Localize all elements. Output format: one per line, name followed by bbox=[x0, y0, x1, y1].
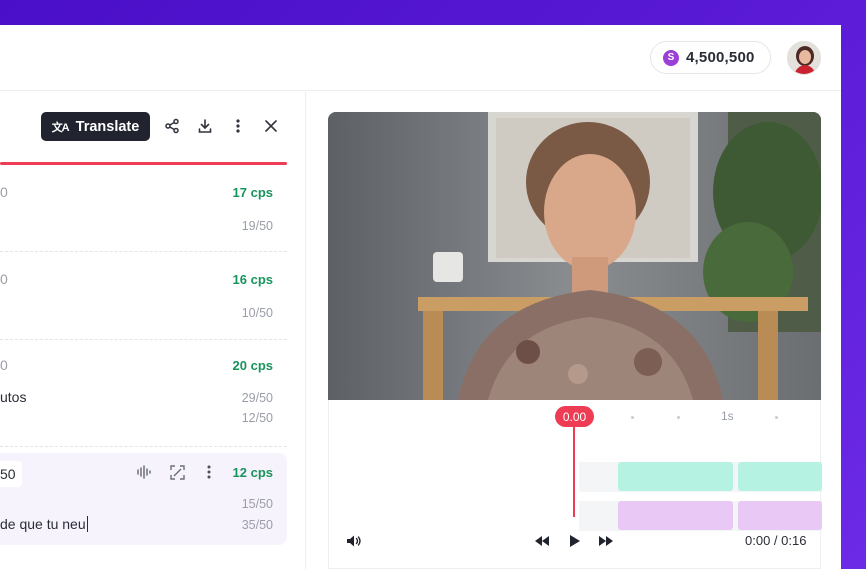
segment-cps: 20 cps bbox=[232, 358, 273, 373]
subtitle-segment[interactable]: 0 17 cps 19/50 bbox=[0, 168, 287, 252]
more-vertical-icon[interactable] bbox=[228, 116, 248, 136]
share-icon[interactable] bbox=[162, 116, 182, 136]
timeline-panel: 1s 0.00 0:00 / 0:16 bbox=[328, 400, 822, 569]
timeline-clip[interactable] bbox=[738, 462, 822, 491]
playback-time: 0:00 / 0:16 bbox=[745, 533, 807, 548]
ruler-tick bbox=[631, 416, 634, 419]
text-cursor bbox=[86, 516, 88, 532]
app-window: S 4,500,500 文A Translate 0 17 cps 19/50 … bbox=[0, 25, 841, 569]
editor-progress-bar bbox=[0, 162, 287, 165]
playhead-badge[interactable]: 0.00 bbox=[555, 406, 594, 427]
close-icon[interactable] bbox=[261, 116, 281, 136]
download-icon[interactable] bbox=[195, 116, 215, 136]
segment-cps: 17 cps bbox=[232, 185, 273, 200]
segment-char-count: 12/50 bbox=[241, 411, 273, 425]
subtitle-editor-panel: 文A Translate 0 17 cps 19/50 0 16 cps 10/… bbox=[0, 92, 306, 569]
segment-text[interactable]: utos bbox=[0, 389, 26, 405]
segment-start-time[interactable]: 0 bbox=[0, 357, 8, 373]
top-header: S 4,500,500 bbox=[0, 25, 841, 91]
segment-text[interactable]: de que tu neu bbox=[0, 516, 86, 532]
segment-char-count: 19/50 bbox=[241, 219, 273, 233]
segment-char-count: 15/50 bbox=[241, 497, 273, 511]
volume-icon[interactable] bbox=[345, 532, 363, 550]
timeline-clip[interactable] bbox=[618, 501, 733, 530]
user-avatar[interactable] bbox=[787, 41, 821, 75]
segment-char-count: 35/50 bbox=[241, 518, 273, 532]
video-preview[interactable] bbox=[328, 112, 821, 400]
translate-button-label: Translate bbox=[75, 118, 140, 135]
subtitle-segment[interactable]: 0 16 cps 10/50 bbox=[0, 254, 287, 340]
ruler-label: 1s bbox=[721, 409, 734, 423]
segment-start-time[interactable]: 0 bbox=[0, 184, 8, 200]
ruler-tick bbox=[775, 416, 778, 419]
segment-cps: 16 cps bbox=[232, 272, 273, 287]
rewind-icon[interactable] bbox=[533, 532, 551, 550]
subtitle-segment[interactable]: 0 20 cps utos 29/50 12/50 bbox=[0, 342, 287, 447]
more-vertical-icon[interactable] bbox=[201, 464, 217, 480]
segment-text-editing[interactable]: de que tu neu bbox=[0, 516, 88, 532]
segment-start-time[interactable]: 0 bbox=[0, 271, 8, 287]
waveform-icon[interactable] bbox=[136, 464, 152, 480]
subtitle-segment-active[interactable]: 50 12 cps 15/50 de que tu neu 35/50 bbox=[0, 453, 287, 545]
segment-start-time-input[interactable]: 50 bbox=[0, 461, 22, 487]
editor-toolbar: 文A Translate bbox=[0, 92, 306, 165]
ruler-tick bbox=[677, 416, 680, 419]
timeline-clip[interactable] bbox=[738, 501, 822, 530]
play-icon[interactable] bbox=[565, 532, 583, 550]
video-frame bbox=[328, 112, 821, 400]
translate-icon: 文A bbox=[51, 121, 70, 134]
credits-badge[interactable]: S 4,500,500 bbox=[650, 41, 771, 74]
segment-char-count: 10/50 bbox=[241, 306, 273, 320]
credits-amount: 4,500,500 bbox=[686, 49, 755, 66]
avatar-image bbox=[788, 42, 820, 74]
timeline-clip[interactable] bbox=[618, 462, 733, 491]
segment-char-count: 29/50 bbox=[241, 391, 273, 405]
playhead-line[interactable] bbox=[573, 425, 575, 517]
credits-coin-icon: S bbox=[663, 49, 679, 66]
translate-button[interactable]: 文A Translate bbox=[41, 112, 150, 141]
split-segment-icon[interactable] bbox=[169, 464, 185, 480]
fast-forward-icon[interactable] bbox=[597, 532, 615, 550]
segment-cps: 12 cps bbox=[232, 465, 273, 480]
